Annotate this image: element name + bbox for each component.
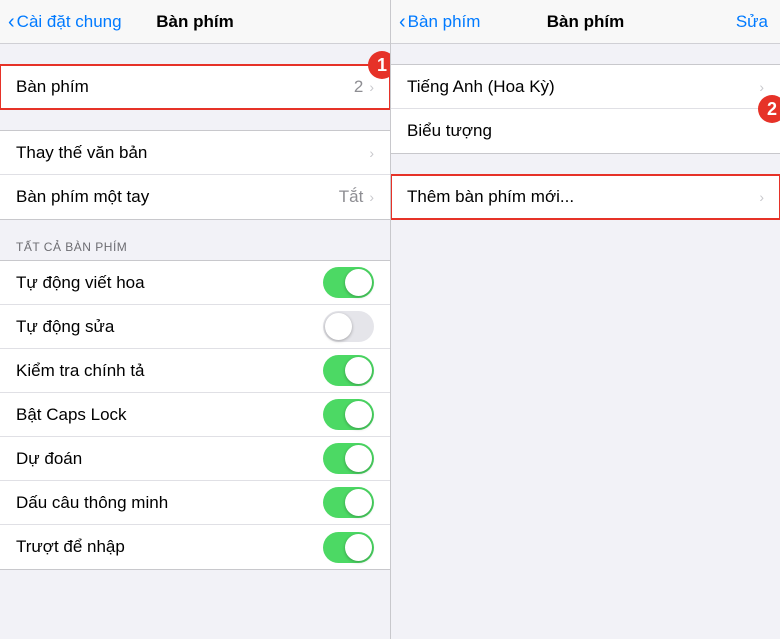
middle-list: Thay thế văn bản › Bàn phím một tay Tắt …	[0, 130, 390, 220]
smart-punctuation-label: Dấu câu thông minh	[16, 493, 168, 513]
swipe-type-toggle[interactable]	[323, 532, 374, 563]
english-chevron: ›	[759, 79, 764, 95]
nav-bar-right: ‹ Bàn phím Bàn phím Sửa	[391, 0, 780, 44]
caps-lock-label: Bật Caps Lock	[16, 405, 127, 425]
add-keyboard-list: Thêm bàn phím mới... ›	[391, 174, 780, 220]
panel-left: ‹ Cài đặt chung Bàn phím Bàn phím 2 › 1	[0, 0, 390, 639]
auto-correct-toggle[interactable]	[323, 311, 374, 342]
swipe-type-knob	[345, 534, 372, 561]
back-label-right: Bàn phím	[408, 12, 481, 32]
english-right: ›	[759, 79, 764, 95]
auto-capitalize-label: Tự động viết hoa	[16, 273, 145, 293]
auto-correct-knob	[325, 313, 352, 340]
top-right-list: Tiếng Anh (Hoa Kỳ) › Biểu tượng 2	[391, 64, 780, 154]
english-label: Tiếng Anh (Hoa Kỳ)	[407, 77, 555, 97]
emoji-label: Biểu tượng	[407, 121, 492, 141]
emoji-row[interactable]: Biểu tượng 2	[391, 109, 780, 153]
one-hand-label: Bàn phím một tay	[16, 187, 149, 207]
back-chevron-right-icon: ‹	[399, 12, 406, 32]
back-button-left[interactable]: ‹ Cài đặt chung	[8, 12, 122, 32]
group-add-keyboard: Thêm bàn phím mới... ›	[391, 174, 780, 220]
nav-bar-left: ‹ Cài đặt chung Bàn phím	[0, 0, 390, 44]
group-top-right: Tiếng Anh (Hoa Kỳ) › Biểu tượng 2	[391, 64, 780, 154]
spell-check-row[interactable]: Kiểm tra chính tả	[0, 349, 390, 393]
keyboards-chevron: ›	[369, 79, 374, 95]
one-hand-value: Tắt	[339, 187, 364, 207]
spell-check-toggle[interactable]	[323, 355, 374, 386]
one-hand-chevron: ›	[369, 189, 374, 205]
nav-title-left: Bàn phím	[156, 12, 233, 32]
text-replace-row[interactable]: Thay thế văn bản ›	[0, 131, 390, 175]
caps-lock-row[interactable]: Bật Caps Lock	[0, 393, 390, 437]
predictive-knob	[345, 445, 372, 472]
back-label-left: Cài đặt chung	[17, 12, 122, 32]
section-badge-2: 2	[758, 95, 780, 123]
swipe-type-label: Trượt để nhập	[16, 537, 125, 557]
keyboards-row[interactable]: Bàn phím 2 › 1	[0, 65, 390, 109]
auto-capitalize-toggle[interactable]	[323, 267, 374, 298]
smart-punctuation-knob	[345, 489, 372, 516]
caps-lock-toggle[interactable]	[323, 399, 374, 430]
auto-capitalize-row[interactable]: Tự động viết hoa	[0, 261, 390, 305]
text-replace-right: ›	[369, 145, 374, 161]
english-row[interactable]: Tiếng Anh (Hoa Kỳ) ›	[391, 65, 780, 109]
content-left: Bàn phím 2 › 1 Thay thế văn bản ›	[0, 44, 390, 639]
auto-correct-row[interactable]: Tự động sửa	[0, 305, 390, 349]
keyboards-right: 2 ›	[354, 77, 374, 97]
add-keyboard-row[interactable]: Thêm bàn phím mới... ›	[391, 175, 780, 219]
toggles-list: Tự động viết hoa Tự động sửa Kiểm tra ch…	[0, 260, 390, 570]
spell-check-label: Kiểm tra chính tả	[16, 361, 145, 381]
spell-check-knob	[345, 357, 372, 384]
predictive-label: Dự đoán	[16, 449, 82, 469]
back-chevron-icon: ‹	[8, 12, 15, 32]
add-keyboard-right: ›	[759, 189, 764, 205]
nav-title-right: Bàn phím	[547, 12, 624, 32]
add-keyboard-chevron: ›	[759, 189, 764, 205]
all-keyboards-header: TẤT CẢ BÀN PHÍM	[0, 240, 390, 260]
group-middle: Thay thế văn bản › Bàn phím một tay Tắt …	[0, 130, 390, 220]
back-button-right[interactable]: ‹ Bàn phím	[399, 12, 480, 32]
panel-right: ‹ Bàn phím Bàn phím Sửa Tiếng Anh (Hoa K…	[390, 0, 780, 639]
smart-punctuation-toggle[interactable]	[323, 487, 374, 518]
text-replace-chevron: ›	[369, 145, 374, 161]
predictive-row[interactable]: Dự đoán	[0, 437, 390, 481]
auto-correct-label: Tự động sửa	[16, 317, 114, 337]
keyboards-list: Bàn phím 2 › 1	[0, 64, 390, 110]
add-keyboard-label: Thêm bàn phím mới...	[407, 187, 574, 207]
swipe-type-row[interactable]: Trượt để nhập	[0, 525, 390, 569]
one-hand-row[interactable]: Bàn phím một tay Tắt ›	[0, 175, 390, 219]
keyboards-label: Bàn phím	[16, 77, 89, 97]
group-keyboards: Bàn phím 2 › 1	[0, 64, 390, 110]
group-all-keyboards: TẤT CẢ BÀN PHÍM Tự động viết hoa Tự động…	[0, 240, 390, 570]
auto-capitalize-knob	[345, 269, 372, 296]
keyboards-count: 2	[354, 77, 363, 97]
content-right: Tiếng Anh (Hoa Kỳ) › Biểu tượng 2 Thêm b…	[391, 44, 780, 639]
smart-punctuation-row[interactable]: Dấu câu thông minh	[0, 481, 390, 525]
caps-lock-knob	[345, 401, 372, 428]
one-hand-right: Tắt ›	[339, 187, 374, 207]
edit-button[interactable]: Sửa	[736, 12, 768, 32]
predictive-toggle[interactable]	[323, 443, 374, 474]
text-replace-label: Thay thế văn bản	[16, 143, 147, 163]
section-badge-1: 1	[368, 51, 390, 79]
